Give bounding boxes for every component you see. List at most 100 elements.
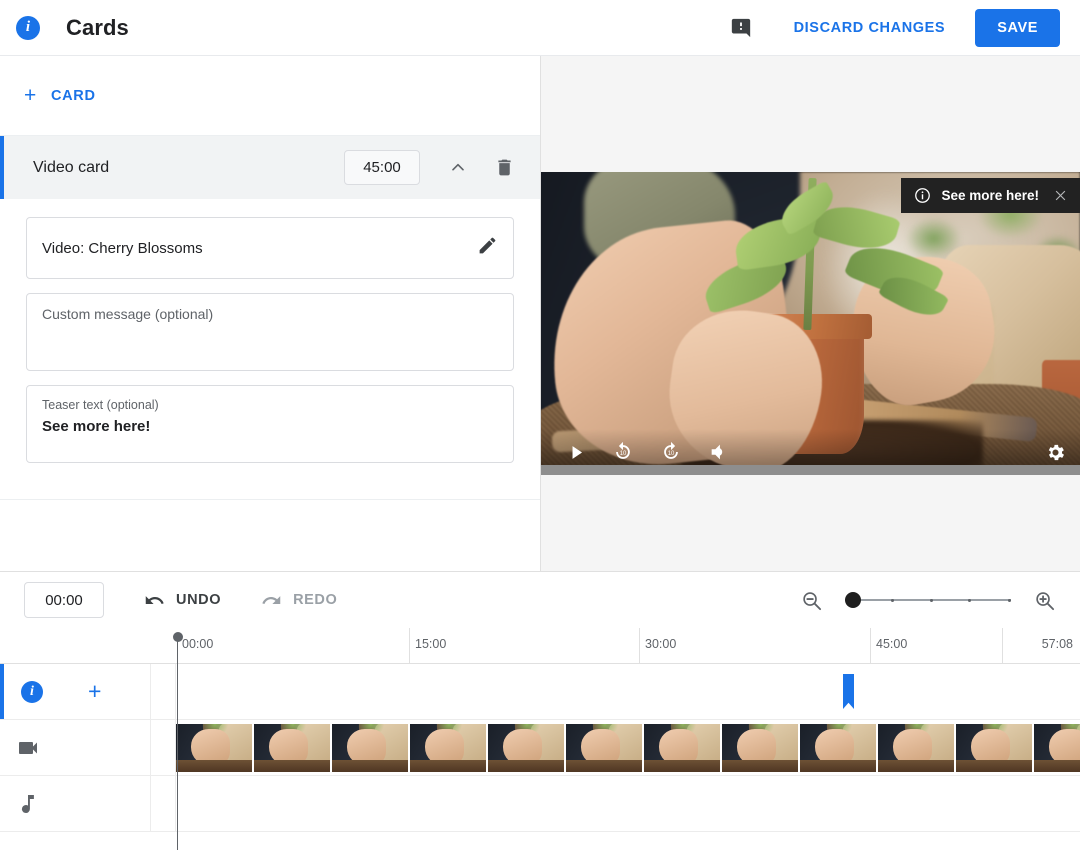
filmstrip-thumbnail bbox=[410, 724, 486, 772]
cards-editor-app: i Cards DISCARD CHANGES SAVE + CARD Vide… bbox=[0, 0, 1080, 850]
redo-button[interactable]: REDO bbox=[257, 584, 341, 617]
music-note-icon bbox=[0, 792, 56, 816]
track-gutter bbox=[151, 720, 176, 775]
filmstrip-thumbnail bbox=[254, 724, 330, 772]
audio-track-header[interactable] bbox=[0, 776, 151, 831]
video-preview-pane: See more here! 10 10 bbox=[541, 56, 1080, 571]
ruler-tick: 45:00 bbox=[870, 628, 907, 664]
timeline-playhead[interactable] bbox=[172, 632, 183, 850]
save-button[interactable]: SAVE bbox=[975, 8, 1060, 47]
info-icon: i bbox=[4, 680, 60, 703]
video-track-row bbox=[0, 720, 1080, 776]
teaser-text-field[interactable]: Teaser text (optional) See more here! bbox=[26, 385, 514, 463]
cards-left-panel: + CARD Video card 45:00 Video: Cherry Bl… bbox=[0, 56, 541, 571]
undo-label: UNDO bbox=[176, 592, 222, 608]
redo-label: REDO bbox=[293, 592, 338, 608]
svg-text:10: 10 bbox=[620, 451, 627, 457]
close-icon[interactable] bbox=[1053, 188, 1068, 203]
zoom-tick bbox=[1007, 598, 1011, 602]
timeline-toolbar: 00:00 UNDO REDO bbox=[0, 571, 1080, 628]
zoom-tick bbox=[967, 598, 971, 602]
filmstrip-thumbnail bbox=[956, 724, 1032, 772]
video-card-header-tools: 45:00 bbox=[344, 148, 524, 188]
timeline-tracks: i + bbox=[0, 664, 1080, 850]
cards-track-row: i + bbox=[0, 664, 1080, 720]
trash-icon[interactable] bbox=[484, 148, 524, 188]
audio-track-row bbox=[0, 776, 1080, 832]
top-app-bar: i Cards DISCARD CHANGES SAVE bbox=[0, 0, 1080, 56]
video-selection-value: Video: Cherry Blossoms bbox=[42, 239, 203, 257]
redo-arrow-icon bbox=[261, 590, 282, 611]
custom-message-field[interactable]: Custom message (optional) bbox=[26, 293, 514, 371]
track-gutter bbox=[151, 664, 176, 719]
filmstrip-thumbnail bbox=[644, 724, 720, 772]
teaser-text-value: See more here! bbox=[42, 418, 151, 435]
topbar-left-group: i Cards bbox=[0, 15, 129, 41]
video-card-header[interactable]: Video card 45:00 bbox=[0, 136, 540, 199]
cards-track-header[interactable]: i + bbox=[0, 664, 151, 719]
add-card-label: CARD bbox=[50, 87, 96, 104]
undo-button[interactable]: UNDO bbox=[140, 584, 225, 617]
card-divider bbox=[0, 499, 540, 500]
cards-track-body[interactable] bbox=[151, 664, 1080, 719]
zoom-tick bbox=[929, 598, 933, 602]
topbar-actions: DISCARD CHANGES SAVE bbox=[724, 8, 1080, 47]
forward-10-icon[interactable]: 10 bbox=[660, 441, 682, 463]
video-track-body[interactable] bbox=[151, 720, 1080, 775]
timeline-zoom-slider[interactable] bbox=[845, 590, 1011, 610]
gear-icon[interactable] bbox=[1045, 442, 1066, 463]
teaser-text-label: Teaser text (optional) bbox=[42, 398, 159, 412]
filmstrip-thumbnail bbox=[878, 724, 954, 772]
video-progress-bar[interactable] bbox=[541, 465, 1080, 475]
video-selection-field[interactable]: Video: Cherry Blossoms bbox=[26, 217, 514, 279]
ruler-label-group: 00:00 15:00 30:00 45:00 57:08 bbox=[0, 628, 1080, 664]
page-title: Cards bbox=[66, 14, 129, 40]
add-card-row: + CARD bbox=[0, 56, 540, 136]
audio-track-body[interactable] bbox=[151, 776, 1080, 831]
filmstrip-thumbnail bbox=[1034, 724, 1080, 772]
card-time-field[interactable]: 45:00 bbox=[344, 150, 420, 185]
current-time-input[interactable]: 00:00 bbox=[24, 582, 104, 618]
pencil-icon[interactable] bbox=[477, 235, 498, 261]
ruler-duration-label: 57:08 bbox=[1002, 628, 1080, 664]
track-gutter bbox=[151, 776, 176, 831]
svg-text:10: 10 bbox=[668, 451, 675, 457]
video-card-body: Video: Cherry Blossoms Custom message (o… bbox=[0, 199, 540, 499]
discard-changes-button[interactable]: DISCARD CHANGES bbox=[786, 12, 954, 44]
replay-10-icon[interactable]: 10 bbox=[612, 441, 634, 463]
video-filmstrip[interactable] bbox=[176, 724, 1080, 772]
feedback-icon[interactable] bbox=[724, 11, 758, 45]
ruler-tick: 00:00 bbox=[182, 637, 214, 651]
info-circle-icon bbox=[914, 187, 931, 204]
ruler-tick: 15:00 bbox=[409, 628, 446, 664]
info-icon: i bbox=[16, 15, 40, 40]
add-card-marker-button[interactable]: + bbox=[88, 680, 101, 703]
card-marker[interactable] bbox=[843, 674, 854, 709]
teaser-overlay-text: See more here! bbox=[941, 188, 1039, 203]
custom-message-placeholder: Custom message (optional) bbox=[42, 306, 214, 322]
zoom-out-icon[interactable] bbox=[800, 589, 823, 612]
videocam-icon bbox=[0, 736, 56, 760]
timeline-zoom-controls bbox=[800, 589, 1056, 612]
filmstrip-thumbnail bbox=[176, 724, 252, 772]
add-card-button[interactable]: + CARD bbox=[22, 81, 98, 110]
video-player[interactable]: See more here! 10 10 bbox=[541, 172, 1080, 475]
ruler-tick: 30:00 bbox=[639, 628, 676, 664]
video-track-header[interactable] bbox=[0, 720, 151, 775]
video-card-block: Video card 45:00 Video: Cherry Blossoms … bbox=[0, 136, 540, 500]
zoom-slider-track bbox=[845, 599, 1011, 601]
zoom-slider-thumb[interactable] bbox=[845, 592, 861, 608]
video-card-title: Video card bbox=[33, 158, 110, 176]
play-icon[interactable] bbox=[567, 443, 586, 462]
filmstrip-thumbnail bbox=[488, 724, 564, 772]
timeline-ruler[interactable]: 00:00 15:00 30:00 45:00 57:08 bbox=[0, 628, 1080, 664]
filmstrip-thumbnail bbox=[332, 724, 408, 772]
filmstrip-thumbnail bbox=[566, 724, 642, 772]
chevron-up-icon[interactable] bbox=[438, 148, 478, 188]
teaser-overlay-chip[interactable]: See more here! bbox=[901, 178, 1080, 213]
playhead-handle[interactable] bbox=[172, 632, 183, 642]
volume-on-icon[interactable] bbox=[708, 441, 730, 463]
zoom-in-icon[interactable] bbox=[1033, 589, 1056, 612]
filmstrip-thumbnail bbox=[800, 724, 876, 772]
undo-arrow-icon bbox=[144, 590, 165, 611]
